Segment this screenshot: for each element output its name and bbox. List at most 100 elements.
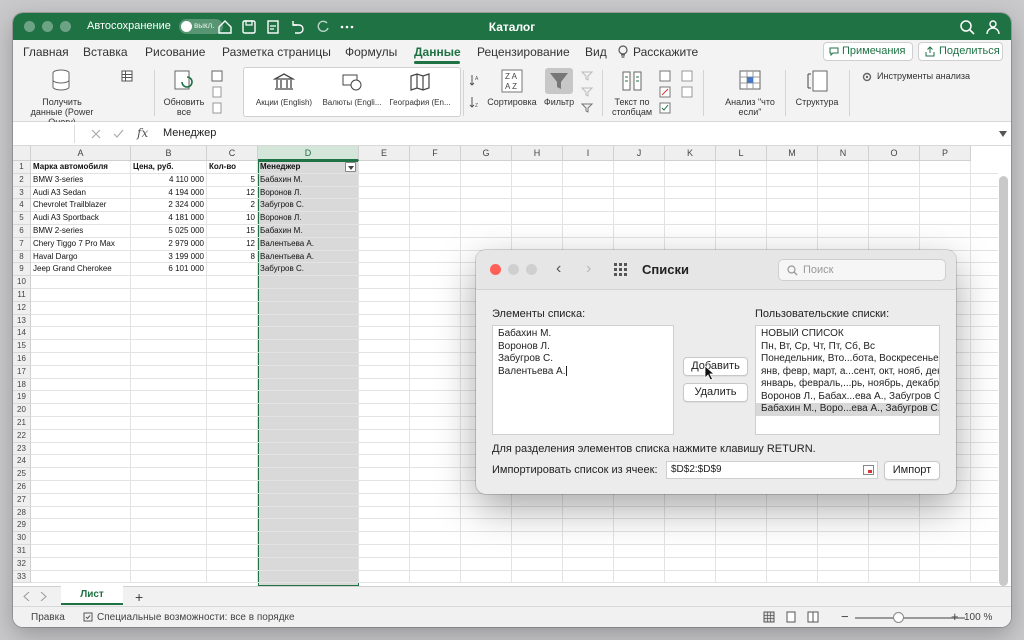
sheet-tab-active[interactable]: Лист [61,586,123,605]
custom-list-item[interactable]: Пн, Вт, Ср, Чт, Пт, Сб, Вс [756,341,939,354]
row-header[interactable]: 27 [13,493,31,507]
cell[interactable]: 8 [207,251,257,264]
row-header[interactable]: 18 [13,378,31,392]
consolidate-icon[interactable] [681,70,693,82]
back-arrow-icon[interactable]: ‹ [556,260,561,278]
cell[interactable]: Chevrolet Trailblazer [31,199,130,212]
analysis-tools-button[interactable]: Инструменты анализа [877,71,970,81]
accessibility-status[interactable]: Специальные возможности: все в порядке [97,612,295,623]
cell[interactable]: Забугров С. [258,263,358,276]
row-header[interactable]: 8 [13,250,31,264]
column-header-k[interactable]: K [665,146,716,161]
tab-formulas[interactable]: Формулы [345,45,397,59]
formula-input[interactable]: Менеджер [163,127,216,139]
row-header[interactable]: 5 [13,212,31,225]
filter-dropdown-button[interactable] [345,162,356,172]
dialog-search-input[interactable]: Поиск [778,259,946,281]
row-header[interactable]: 20 [13,404,31,417]
cell[interactable]: Audi A3 Sedan [31,187,130,200]
properties-icon[interactable] [211,86,223,98]
zoom-slider-handle[interactable] [893,612,904,623]
column-header-g[interactable]: G [461,146,512,161]
confirm-formula-icon[interactable] [113,129,124,139]
queries-icon[interactable] [211,70,223,82]
row-header[interactable]: 28 [13,506,31,520]
data-type-geography[interactable]: География (En... [388,72,452,107]
cell[interactable]: 4 194 000 [131,187,206,200]
cell[interactable]: Бабахин М. [258,225,358,238]
cell[interactable]: 2 979 000 [131,238,206,251]
row-header[interactable]: 29 [13,519,31,533]
row-header[interactable]: 11 [13,289,31,302]
tell-me-search[interactable]: Расскажите [633,45,698,59]
refresh-all-button[interactable]: Обновить все [159,68,209,117]
row-header[interactable]: 4 [13,199,31,213]
tab-insert[interactable]: Вставка [83,45,128,59]
sort-button[interactable]: Z AA Z Сортировка [485,68,539,107]
share-button[interactable]: Поделиться [918,42,1003,61]
cancel-formula-icon[interactable] [91,129,101,139]
what-if-button[interactable]: Анализ "что если" [719,68,781,117]
tab-review[interactable]: Рецензирование [477,45,570,59]
zoom-out-button[interactable]: − [841,609,849,624]
custom-list-item[interactable]: Бабахин М., Воро...ева А., Забугров С. [756,403,939,416]
show-all-grid-icon[interactable] [614,263,628,277]
name-box[interactable] [15,125,75,143]
row-header[interactable]: 33 [13,570,31,584]
cell[interactable]: 12 [207,187,257,200]
row-header[interactable]: 14 [13,327,31,341]
document-title[interactable]: Каталог [13,20,1011,34]
sort-az-icon[interactable]: A [469,74,481,86]
select-all-corner[interactable] [13,146,31,161]
flash-fill-icon[interactable] [659,70,671,82]
column-header-o[interactable]: O [869,146,920,161]
row-header[interactable]: 21 [13,417,31,430]
edit-links-icon[interactable] [211,102,223,114]
cell[interactable]: Кол-во [207,161,257,174]
zoom-slider[interactable] [855,617,965,619]
column-header-d[interactable]: D [258,146,359,161]
column-header-j[interactable]: J [614,146,665,161]
get-data-button[interactable]: Получить данные (Power Query) [19,68,105,127]
clear-filter-icon[interactable] [581,70,593,82]
cell[interactable]: Забугров С. [258,199,358,212]
remove-duplicates-icon[interactable] [659,86,671,98]
cell[interactable]: 5 [207,174,257,187]
list-entries-textarea[interactable]: Бабахин М. Воронов Л. Забугров С. Валент… [492,325,674,435]
row-header[interactable]: 10 [13,276,31,289]
custom-list-item[interactable]: Воронов Л., Бабах...ева А., Забугров С. [756,391,939,404]
delete-list-button[interactable]: Удалить [683,383,748,402]
row-header[interactable]: 30 [13,532,31,545]
row-header[interactable]: 6 [13,225,31,238]
row-header[interactable]: 2 [13,173,31,187]
row-header[interactable]: 31 [13,545,31,558]
row-header[interactable]: 24 [13,455,31,469]
row-header[interactable]: 23 [13,442,31,456]
column-header-n[interactable]: N [818,146,869,161]
row-header[interactable]: 19 [13,391,31,405]
row-header[interactable]: 25 [13,468,31,481]
cell[interactable]: Haval Dargo [31,251,130,264]
row-header[interactable]: 26 [13,481,31,494]
tab-view[interactable]: Вид [585,45,607,59]
row-header[interactable]: 9 [13,263,31,277]
cell[interactable]: Audi A3 Sportback [31,212,130,225]
import-button[interactable]: Импорт [884,461,940,480]
column-header-m[interactable]: M [767,146,818,161]
row-header[interactable]: 22 [13,429,31,443]
cell[interactable]: Chery Tiggo 7 Pro Max [31,238,130,251]
cell[interactable]: Воронов Л. [258,212,358,225]
data-type-stocks[interactable]: Акции (English) [252,72,316,107]
reapply-filter-icon[interactable] [581,86,593,98]
column-header-h[interactable]: H [512,146,563,161]
normal-view-icon[interactable] [763,611,775,623]
cell[interactable]: Марка автомобиля [31,161,130,174]
notes-button[interactable]: Примечания [823,42,913,61]
column-header-l[interactable]: L [716,146,767,161]
cell[interactable]: BMW 3-series [31,174,130,187]
column-header-b[interactable]: B [131,146,207,161]
cell[interactable]: 5 025 000 [131,225,206,238]
table-icon[interactable] [121,70,133,82]
advanced-filter-icon[interactable] [581,102,593,114]
page-break-view-icon[interactable] [807,611,819,623]
